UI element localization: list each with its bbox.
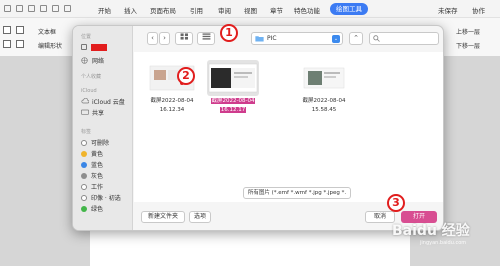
tag-item[interactable]: 黄色 — [81, 149, 103, 158]
computer-icon — [81, 44, 87, 50]
sidebar-item-shared[interactable]: 共享 — [81, 108, 104, 117]
tags-header: 标签 — [81, 129, 92, 135]
tag-dot-icon — [81, 183, 87, 190]
shape-icon[interactable] — [16, 40, 24, 48]
menu-view[interactable]: 视图 — [244, 5, 257, 15]
preview-icon[interactable] — [40, 5, 47, 12]
globe-icon — [81, 57, 89, 64]
grid-icon — [180, 33, 188, 40]
file-icon[interactable] — [4, 5, 11, 12]
expand-button[interactable]: ⌃ — [349, 32, 363, 45]
unsaved-status: 未保存 — [438, 7, 458, 15]
sidebar-item-network[interactable]: 网络 — [81, 56, 104, 65]
tag-label: 绿色 — [91, 206, 104, 213]
tag-item[interactable]: 蓝色 — [81, 160, 103, 169]
sidebar-item-label: 共享 — [92, 110, 105, 117]
tag-label: 印像 · 初选 — [91, 195, 121, 202]
send-backward-button[interactable]: 下移一层 — [456, 41, 480, 50]
tab-drawing-tools[interactable]: 绘图工具 — [330, 3, 368, 15]
step-marker-3: 3 — [387, 194, 405, 212]
dialog-sidebar: 位置 网络 个人收藏 iCloud iCloud 云盘 共享 标签 可删除 黄色… — [73, 26, 133, 230]
personal-header: 个人收藏 — [81, 74, 102, 80]
collaborate-button[interactable]: 协作 — [472, 5, 485, 15]
menu-features[interactable]: 特色功能 — [294, 5, 320, 15]
menu-bar: 开始 插入 页面布局 引用 审阅 视图 章节 特色功能 绘图工具 未保存 协作 — [0, 0, 500, 18]
cloud-icon — [81, 97, 90, 105]
textbox-button[interactable]: 文本框 — [38, 27, 56, 36]
file-thumbnail — [298, 60, 350, 96]
print-icon[interactable] — [28, 5, 35, 12]
shared-folder-icon — [81, 109, 89, 116]
save-icon[interactable] — [16, 5, 23, 12]
file-thumbnail — [207, 60, 259, 96]
menu-start[interactable]: 开始 — [98, 5, 111, 15]
step-marker-1: 1 — [220, 24, 238, 42]
location-dropdown[interactable]: PIC ⌄ — [251, 32, 343, 45]
menu-chapter[interactable]: 章节 — [270, 5, 283, 15]
file-name-line2: 16.12.34 — [159, 107, 185, 113]
file-name-line2: 16.12.17 — [219, 107, 247, 113]
bring-forward-button[interactable]: 上移一层 — [456, 27, 480, 36]
tag-dot-icon — [81, 150, 87, 157]
file-name-line1: 截屏2022-08-04 — [210, 98, 256, 104]
list-view-button[interactable] — [197, 32, 215, 45]
shape-icon[interactable] — [3, 40, 11, 48]
tag-label: 黄色 — [91, 151, 104, 158]
search-input[interactable] — [369, 32, 439, 45]
tag-label: 工作 — [91, 184, 104, 191]
edit-shape-button[interactable]: 编辑形状 — [38, 41, 62, 50]
step-marker-2: 2 — [177, 67, 195, 85]
file-name-line2: 15.58.45 — [311, 107, 337, 113]
sidebar-item-label: iCloud 云盘 — [92, 99, 125, 106]
forward-button[interactable]: › — [159, 32, 170, 45]
tag-item[interactable]: 可删除 — [81, 138, 109, 147]
tag-dot-icon — [81, 172, 87, 179]
redacted-location[interactable] — [91, 44, 107, 51]
search-icon — [373, 35, 380, 42]
location-label: PIC — [267, 35, 277, 42]
watermark: Baidu 经验 — [392, 223, 470, 239]
tag-dot-icon — [81, 139, 87, 146]
favorites-header: 位置 — [81, 34, 92, 40]
tag-dot-icon — [81, 205, 87, 212]
file-type-filter[interactable]: 所有图片 (*.emf *.wmf *.jpg *.jpeg *. — [243, 187, 351, 199]
tag-dot-icon — [81, 194, 87, 201]
file-item[interactable]: 截屏2022-08-04 15.58.45 — [296, 60, 352, 122]
icon-view-button[interactable] — [175, 32, 193, 45]
options-button[interactable]: 选项 — [189, 211, 211, 223]
undo-icon[interactable] — [52, 5, 59, 12]
shape-icon[interactable] — [16, 26, 24, 34]
redo-icon[interactable] — [64, 5, 71, 12]
list-icon — [202, 33, 210, 40]
folder-icon — [255, 36, 264, 42]
tag-item[interactable]: 工作 — [81, 182, 103, 191]
watermark-url: jingyan.baidu.com — [420, 240, 467, 246]
menu-insert[interactable]: 插入 — [124, 5, 137, 15]
menu-layout[interactable]: 页面布局 — [150, 5, 176, 15]
tag-item[interactable]: 绿色 — [81, 204, 103, 213]
file-name-line1: 截屏2022-08-04 — [302, 98, 346, 104]
tag-dot-icon — [81, 161, 87, 168]
menu-review[interactable]: 审阅 — [218, 5, 231, 15]
new-folder-button[interactable]: 新建文件夹 — [141, 211, 185, 223]
sidebar-item-icloud-drive[interactable]: iCloud 云盘 — [81, 97, 125, 106]
chevron-down-icon: ⌄ — [332, 35, 340, 43]
tag-item[interactable]: 印像 · 初选 — [81, 193, 121, 202]
shape-icon[interactable] — [3, 26, 11, 34]
sidebar-item-label: 网络 — [92, 58, 105, 65]
tag-label: 蓝色 — [91, 162, 104, 169]
tag-label: 可删除 — [91, 140, 110, 147]
menu-references[interactable]: 引用 — [190, 5, 203, 15]
file-name-line1: 截屏2022-08-04 — [150, 98, 194, 104]
file-item-selected[interactable]: 截屏2022-08-04 16.12.17 — [205, 60, 261, 122]
icloud-header: iCloud — [81, 88, 97, 94]
cancel-button[interactable]: 取消 — [365, 211, 395, 223]
tag-label: 灰色 — [91, 173, 104, 180]
back-button[interactable]: ‹ — [147, 32, 158, 45]
tag-item[interactable]: 灰色 — [81, 171, 103, 180]
